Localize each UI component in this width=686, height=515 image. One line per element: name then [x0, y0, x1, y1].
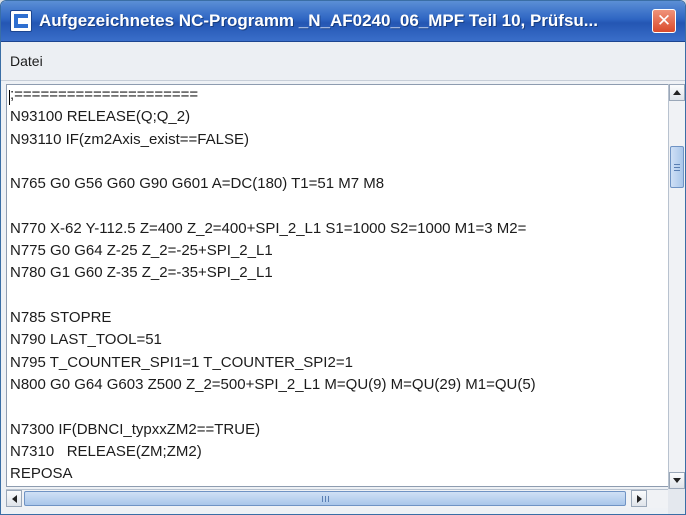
code-line: N775 G0 G64 Z-25 Z_2=-25+SPI_2_L1	[10, 242, 273, 260]
scroll-down-button[interactable]	[669, 472, 685, 489]
menu-bar: Datei	[1, 42, 685, 81]
horizontal-scroll-thumb[interactable]	[24, 491, 626, 506]
code-line: N790 LAST_TOOL=51	[10, 331, 162, 349]
thumb-grip	[674, 167, 680, 168]
code-line: N780 G1 G60 Z-35 Z_2=-35+SPI_2_L1	[10, 264, 273, 282]
code-line: N785 STOPRE	[10, 309, 112, 326]
thumb-grip	[328, 496, 329, 502]
nc-program-window: Aufgezeichnetes NC-Programm _N_AF0240_06…	[0, 0, 686, 515]
horizontal-scrollbar[interactable]	[6, 489, 668, 508]
code-line: N765 G0 G56 G60 G90 G601 A=DC(180) T1=51…	[10, 175, 385, 193]
thumb-grip	[322, 496, 323, 502]
close-button[interactable]: ✕	[652, 9, 676, 33]
app-icon[interactable]	[10, 10, 32, 32]
code-line: REPOSA	[10, 465, 73, 483]
code-line: ;=====================	[10, 86, 199, 103]
code-line: N795 T_COUNTER_SPI1=1 T_COUNTER_SPI2=1	[10, 353, 353, 371]
code-line: N93100 RELEASE(Q;Q_2)	[10, 108, 191, 126]
code-line: N7310 RELEASE(ZM;ZM2)	[10, 442, 202, 460]
arrow-up-icon	[673, 90, 681, 95]
arrow-down-icon	[673, 478, 681, 483]
menu-datei[interactable]: Datei	[10, 53, 43, 69]
title-bar[interactable]: Aufgezeichnetes NC-Programm _N_AF0240_06…	[1, 1, 685, 42]
thumb-grip	[674, 170, 680, 171]
code-text-area[interactable]: ;===================== N93100 RELEASE(Q;Q…	[6, 84, 670, 487]
scroll-right-button[interactable]	[631, 490, 647, 507]
vertical-scrollbar[interactable]	[668, 84, 685, 489]
arrow-right-icon	[637, 495, 642, 503]
scroll-left-button[interactable]	[6, 490, 22, 507]
arrow-left-icon	[12, 495, 17, 503]
code-line: N7300 IF(DBNCI_typxxZM2==TRUE)	[10, 420, 261, 438]
vertical-scroll-thumb[interactable]	[670, 146, 684, 188]
thumb-grip	[674, 164, 680, 165]
code-line: N770 X-62 Y-112.5 Z=400 Z_2=400+SPI_2_L1…	[10, 219, 527, 237]
window-title: Aufgezeichnetes NC-Programm _N_AF0240_06…	[39, 11, 598, 30]
code-line: N93110 IF(zm2Axis_exist==FALSE)	[10, 130, 249, 148]
thumb-grip	[325, 496, 326, 502]
scrollbar-corner	[668, 489, 685, 514]
scroll-up-button[interactable]	[669, 84, 685, 101]
code-line: N800 G0 G64 G603 Z500 Z_2=500+SPI_2_L1 M…	[10, 375, 536, 393]
